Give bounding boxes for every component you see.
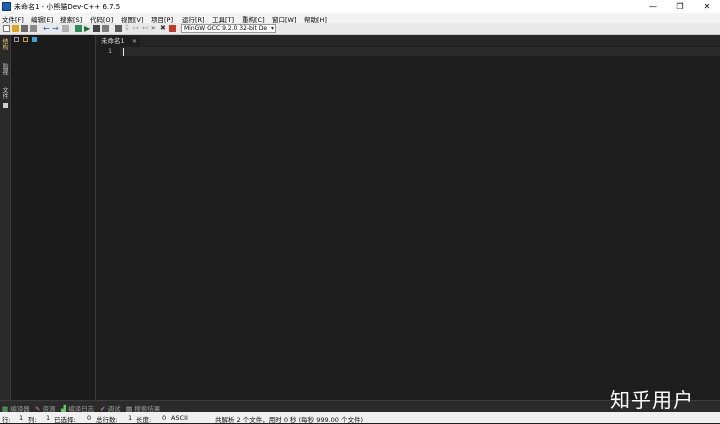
editor-area: 未命名1 × 1 [96,35,720,400]
open-folder-icon[interactable] [12,25,19,32]
selection-value: 0 [87,414,92,422]
indent-icon[interactable] [62,25,69,32]
close-icon[interactable]: × [132,37,137,45]
panel-icon[interactable] [3,103,8,108]
debug-icon[interactable] [115,25,122,32]
title-bar: 未命名1 - 小熊猫Dev-C++ 6.7.5 — ❐ ✕ [0,0,720,13]
left-side-tabs: 结构 监视 文件 [0,35,11,400]
show-inherited-icon[interactable] [32,37,37,42]
profile-icon[interactable] [169,25,176,32]
chevron-down-icon: ▾ [270,25,274,32]
row-value: 1 [19,414,24,422]
tab-files[interactable]: 文件 [1,87,9,99]
tab-untitled1[interactable]: 未命名1 × [98,36,141,46]
total-lines-value: 1 [128,414,133,422]
encoding-label[interactable]: ASCII [171,414,188,422]
save-all-icon[interactable] [30,25,37,32]
sort-type-icon[interactable] [23,37,28,42]
step-into-icon[interactable]: ↦ [133,25,140,32]
line-number: 1 [108,47,113,55]
step-over-icon[interactable]: ↧ [124,25,131,32]
minimize-button[interactable]: — [640,0,666,13]
current-line-highlight [120,47,720,56]
class-browser-panel [11,35,96,400]
watermark: 知乎用户 [610,388,694,412]
app-icon [2,2,11,11]
tab-watch[interactable]: 监视 [1,63,9,75]
editor-tab-bar: 未命名1 × [96,35,720,46]
status-bar: 行: 1 列: 1 已选择: 0 总行数: 1 长度: 0 ASCII 共解析 … [0,412,720,424]
col-value: 1 [46,414,51,422]
compile-icon[interactable] [75,25,82,32]
close-button[interactable]: ✕ [694,0,720,13]
new-file-icon[interactable] [3,25,10,32]
run-icon[interactable]: ▶ [84,25,91,33]
line-number-gutter [96,46,120,400]
sort-alpha-icon[interactable] [14,37,19,42]
continue-icon[interactable]: » [151,25,158,32]
compiler-select-value: MinGW GCC 9.2.0 32-bit De [184,25,268,32]
length-value: 0 [162,414,167,422]
tab-structure[interactable]: 结构 [1,38,9,50]
step-out-icon[interactable]: ↤ [142,25,149,32]
compile-run-icon[interactable] [93,25,100,32]
stop-icon[interactable]: ✖ [160,25,167,32]
rebuild-icon[interactable] [102,25,109,32]
save-icon[interactable] [21,25,28,32]
window-title: 未命名1 - 小熊猫Dev-C++ 6.7.5 [14,3,121,11]
text-caret[interactable] [123,48,124,56]
compiler-select[interactable]: MinGW GCC 9.2.0 32-bit De ▾ [181,24,276,33]
tab-label: 未命名1 [101,37,125,45]
undo-icon[interactable]: ← [43,25,50,33]
menu-bar: 文件[F] 编辑[E] 搜索[S] 代码[O] 视图[V] 项目[P] 运行[R… [0,13,720,24]
redo-icon[interactable]: → [52,25,59,33]
toolbar: ← → ▶ ↧ ↦ ↤ » ✖ MinGW GCC 9.2.0 32-bit D… [0,23,720,35]
maximize-button[interactable]: ❐ [667,0,693,13]
